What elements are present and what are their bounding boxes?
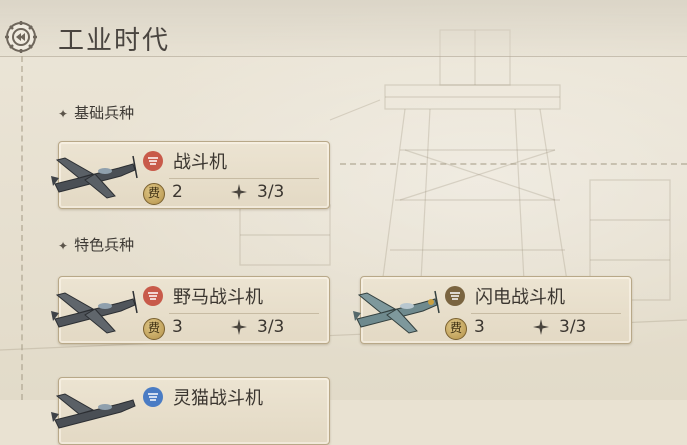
divider-vertical xyxy=(21,56,23,400)
back-button[interactable] xyxy=(4,20,38,54)
unit-name: 野马战斗机 xyxy=(173,287,263,308)
page-title: 工业时代 xyxy=(58,26,171,56)
section-special-units: ✦ 特色兵种 xyxy=(58,234,134,255)
section-special-label: 特色兵种 xyxy=(74,236,135,254)
card-divider xyxy=(169,313,319,314)
sparkle-count-icon xyxy=(533,319,549,335)
wings-icon xyxy=(148,157,158,165)
unit-card-mustang[interactable]: 野马战斗机 费 3 3/3 xyxy=(51,276,330,344)
fighter-plane-icon xyxy=(51,155,138,199)
fighter-plane-icon xyxy=(51,393,136,429)
wings-icon xyxy=(148,292,158,300)
unit-type-badge xyxy=(143,387,163,407)
unit-name: 闪电战斗机 xyxy=(475,287,565,308)
unit-card-fighter[interactable]: 战斗机 费 2 3/3 xyxy=(51,141,330,209)
teal-fighter-plane-icon xyxy=(353,290,440,334)
unit-type-badge xyxy=(143,286,163,306)
sparkle-count-icon xyxy=(231,319,247,335)
unit-cost: 3 xyxy=(172,317,183,337)
cost-coin-icon: 费 xyxy=(143,318,165,340)
sparkle-icon: ✦ xyxy=(58,107,69,121)
unit-cost: 3 xyxy=(474,317,485,337)
unit-count: 3/3 xyxy=(257,317,285,337)
unit-card-wildcat[interactable]: 灵猫战斗机 xyxy=(51,377,330,445)
unit-cost: 2 xyxy=(172,182,183,202)
sparkle-icon: ✦ xyxy=(58,239,69,253)
wings-icon xyxy=(450,292,460,300)
gear-back-icon xyxy=(5,21,37,53)
card-divider xyxy=(471,313,621,314)
unit-type-badge xyxy=(143,151,163,171)
fighter-plane-icon xyxy=(51,290,138,334)
cost-coin-icon: 费 xyxy=(445,318,467,340)
unit-card-lightning[interactable]: 闪电战斗机 费 3 3/3 xyxy=(353,276,632,344)
sparkle-count-icon xyxy=(231,184,247,200)
divider-horizontal xyxy=(340,163,687,165)
unit-type-badge xyxy=(445,286,465,306)
section-basic-units: ✦ 基础兵种 xyxy=(58,102,134,123)
section-basic-label: 基础兵种 xyxy=(74,104,135,122)
cost-coin-icon: 费 xyxy=(143,183,165,205)
card-divider xyxy=(169,178,319,179)
unit-name: 灵猫战斗机 xyxy=(173,388,263,409)
unit-name: 战斗机 xyxy=(173,152,227,173)
unit-count: 3/3 xyxy=(257,182,285,202)
unit-count: 3/3 xyxy=(559,317,587,337)
wings-icon xyxy=(148,393,158,401)
